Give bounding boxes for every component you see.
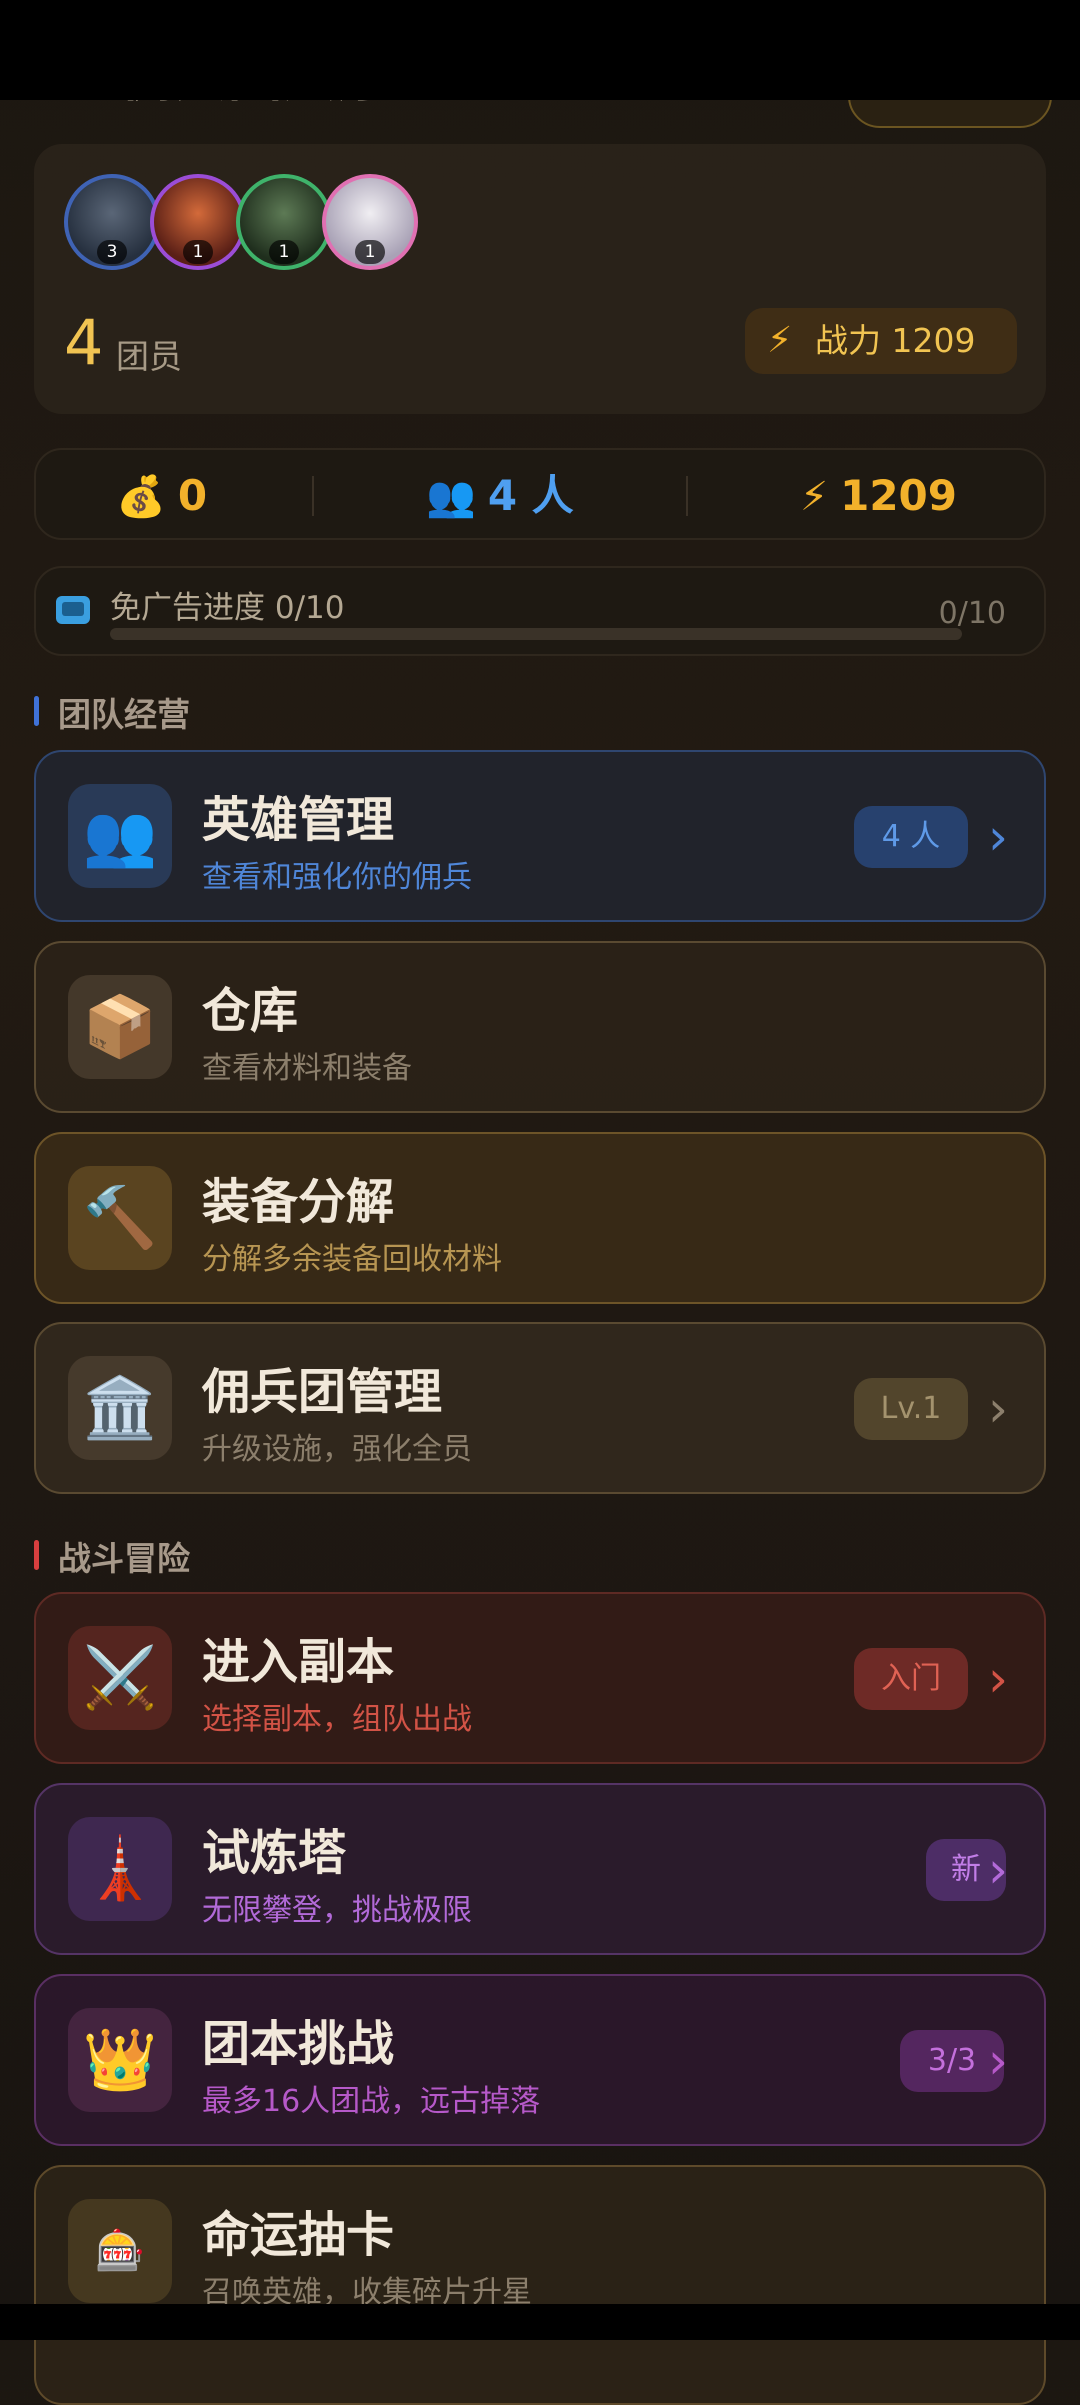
power-badge: ⚡ 战力 1209 xyxy=(745,308,1017,374)
ad-progress-label: 免广告进度 0/10 xyxy=(110,590,345,626)
hero-avatar-priestess[interactable]: 1 xyxy=(322,174,418,270)
menu-badge: Lv.1 xyxy=(854,1378,968,1440)
hero-avatar-ranger[interactable]: 1 xyxy=(236,174,332,270)
resource-stats-bar: 💰 0 👥 4 人 ⚡ 1209 xyxy=(34,448,1046,540)
menu-item-raid-challenge[interactable]: 👑 团本挑战 最多16人团战，远古掉落 3/3 › xyxy=(34,1974,1046,2146)
menu-title: 装备分解 xyxy=(202,1174,395,1230)
hero-avatar-warrior[interactable]: 3 xyxy=(64,174,160,270)
chevron-right-icon: › xyxy=(988,1650,1008,1708)
menu-title: 命运抽卡 xyxy=(202,2207,395,2263)
menu-item-hero-management[interactable]: 👥 英雄管理 查看和强化你的佣兵 4 人 › xyxy=(34,750,1046,922)
lightning-icon: ⚡ xyxy=(767,320,793,361)
menu-badge: 4 人 xyxy=(854,806,968,868)
power-value: 1209 xyxy=(840,471,957,520)
team-summary-card: 3 1 1 1 4 团员 ⚡ 战力 1209 xyxy=(34,144,1046,414)
menu-badge: 入门 xyxy=(854,1648,968,1710)
menu-item-trial-tower[interactable]: 🗼 试炼塔 无限攀登，挑战极限 新 › xyxy=(34,1783,1046,1955)
chevron-right-icon: › xyxy=(988,2032,1008,2090)
ad-free-progress: 免广告进度 0/10 0/10 xyxy=(34,566,1046,656)
status-bar xyxy=(0,0,1080,100)
hero-level-badge: 1 xyxy=(183,240,213,264)
section-accent-bar xyxy=(34,696,39,726)
section-title: 战斗冒险 xyxy=(58,1539,190,1578)
tower-icon: 🗼 xyxy=(68,1817,172,1921)
menu-subtitle: 升级设施，强化全员 xyxy=(202,1432,472,1467)
money-bag-icon: 💰 xyxy=(116,474,166,520)
menu-subtitle: 查看和强化你的佣兵 xyxy=(202,860,472,895)
menu-subtitle: 选择副本，组队出战 xyxy=(202,1702,472,1737)
members-stat: 👥 4 人 xyxy=(426,450,574,542)
menu-subtitle: 分解多余装备回收材料 xyxy=(202,1242,502,1277)
menu-subtitle: 最多16人团战，远古掉落 xyxy=(202,2084,541,2119)
menu-subtitle: 查看材料和装备 xyxy=(202,1051,412,1086)
menu-item-fate-draw[interactable]: 🎰 命运抽卡 召唤英雄，收集碎片升星 xyxy=(34,2165,1046,2405)
menu-item-enter-dungeon[interactable]: ⚔️ 进入副本 选择副本，组队出战 入门 › xyxy=(34,1592,1046,1764)
people-icon: 👥 xyxy=(426,474,476,520)
member-count: 4 xyxy=(64,306,104,379)
member-label: 团员 xyxy=(116,337,182,376)
hero-avatar-fire-mage[interactable]: 1 xyxy=(150,174,246,270)
menu-title: 试炼塔 xyxy=(202,1825,347,1881)
menu-item-guild-management[interactable]: 🏛️ 佣兵团管理 升级设施，强化全员 Lv.1 › xyxy=(34,1322,1046,1494)
menu-title: 团本挑战 xyxy=(202,2016,395,2072)
ad-progress-bar xyxy=(110,628,962,640)
chevron-right-icon: › xyxy=(988,808,1008,866)
lightning-icon: ⚡ xyxy=(800,474,829,520)
hero-level-badge: 1 xyxy=(355,240,385,264)
tv-icon xyxy=(56,596,90,624)
hero-level-badge: 1 xyxy=(269,240,299,264)
slot-machine-icon: 🎰 xyxy=(68,2199,172,2303)
menu-item-warehouse[interactable]: 📦 仓库 查看材料和装备 xyxy=(34,941,1046,1113)
section-accent-bar xyxy=(34,1540,39,1570)
menu-title: 进入副本 xyxy=(202,1634,395,1690)
menu-item-equipment-salvage[interactable]: 🔨 装备分解 分解多余装备回收材料 xyxy=(34,1132,1046,1304)
power-label: 战力 1209 xyxy=(815,321,976,360)
hero-level-badge: 3 xyxy=(97,240,127,264)
hammer-icon: 🔨 xyxy=(68,1166,172,1270)
box-icon: 📦 xyxy=(68,975,172,1079)
menu-title: 英雄管理 xyxy=(202,792,395,848)
people-icon: 👥 xyxy=(68,784,172,888)
building-icon: 🏛️ xyxy=(68,1356,172,1460)
chevron-right-icon: › xyxy=(988,1841,1008,1899)
members-value: 4 人 xyxy=(487,471,574,520)
gold-value: 0 xyxy=(177,471,208,520)
section-title: 团队经营 xyxy=(58,695,190,734)
power-stat: ⚡ 1209 xyxy=(800,450,957,542)
divider xyxy=(312,476,314,516)
chevron-right-icon: › xyxy=(988,1380,1008,1438)
menu-title: 仓库 xyxy=(202,983,299,1039)
ad-progress-count: 0/10 xyxy=(938,596,1006,631)
navigation-bar xyxy=(0,2304,1080,2340)
crown-icon: 👑 xyxy=(68,2008,172,2112)
divider xyxy=(686,476,688,516)
crossed-swords-icon: ⚔️ xyxy=(68,1626,172,1730)
gold-stat: 💰 0 xyxy=(116,450,207,542)
menu-title: 佣兵团管理 xyxy=(202,1364,443,1420)
menu-subtitle: 无限攀登，挑战极限 xyxy=(202,1893,472,1928)
